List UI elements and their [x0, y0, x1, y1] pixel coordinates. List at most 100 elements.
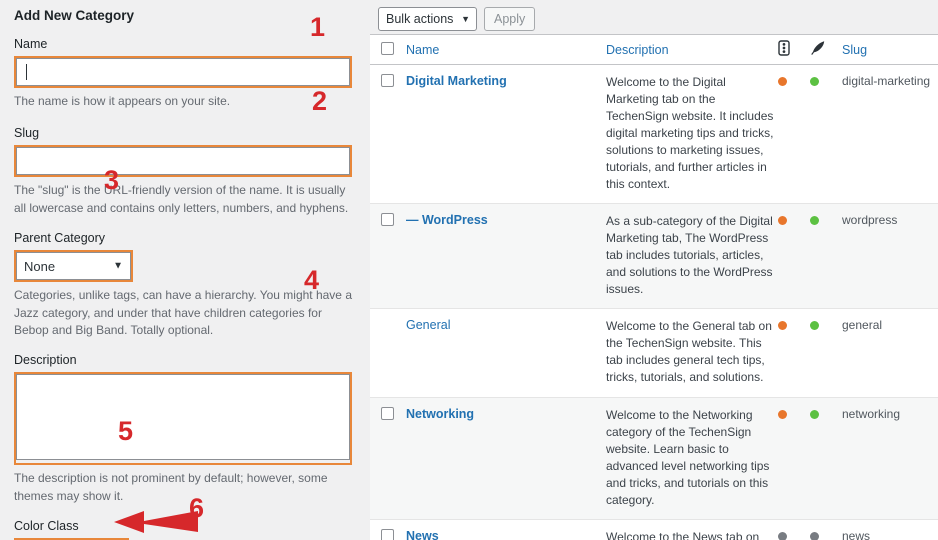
- category-slug-text: networking: [842, 406, 901, 421]
- table-header: Name Description Slug: [370, 34, 938, 65]
- name-input[interactable]: [16, 58, 350, 86]
- categories-table: Name Description Slug Digital Marketing …: [370, 34, 938, 540]
- bulk-actions-select[interactable]: Bulk actions: [378, 7, 477, 31]
- slug-field-group: Slug The "slug" is the URL-friendly vers…: [14, 126, 352, 217]
- parent-category-select[interactable]: None: [16, 252, 131, 281]
- parent-category-select-shell: None ▼: [16, 252, 131, 281]
- category-name-link[interactable]: Networking: [406, 407, 474, 421]
- select-all-checkbox[interactable]: [381, 41, 394, 55]
- category-description-text: Welcome to the Digital Marketing tab on …: [606, 75, 774, 192]
- name-label: Name: [14, 37, 48, 51]
- parent-category-label: Parent Category: [14, 231, 106, 246]
- count-status-dot: [778, 216, 787, 226]
- name-help-text: The name is how it appears on your site.: [14, 94, 231, 108]
- count-status-dot: [778, 77, 787, 86]
- count-status-cell: [778, 308, 810, 398]
- row-select-cell: [370, 308, 406, 398]
- category-slug-cell: general: [842, 308, 938, 398]
- feather-pen-icon: [810, 40, 826, 56]
- pen-status-dot: [810, 216, 819, 226]
- categories-list-panel: Bulk actions ▼ Apply Name Description Sl…: [370, 0, 938, 540]
- count-status-cell: [778, 397, 810, 520]
- bulk-actions-shell: Bulk actions ▼: [378, 7, 477, 31]
- bulk-actions-bar: Bulk actions ▼ Apply: [370, 0, 938, 34]
- row-select-cell: [370, 203, 406, 310]
- pen-status-cell: [810, 519, 842, 540]
- category-description-text: Welcome to the General tab on the Techen…: [606, 319, 772, 385]
- pen-status-cell: [810, 203, 842, 310]
- category-description-text: Welcome to the Networking category of th…: [606, 407, 770, 507]
- pen-status-dot: [810, 409, 819, 419]
- slug-input[interactable]: [16, 147, 350, 176]
- wordpress-categories-screen: Add New Category Name The name is how it…: [0, 0, 938, 540]
- annotation-number-3: 3: [104, 165, 120, 195]
- annotation-number-4: 4: [304, 265, 320, 295]
- category-slug-cell: wordpress: [842, 203, 938, 310]
- count-status-cell: [778, 203, 810, 310]
- pen-status-cell: [810, 64, 842, 205]
- category-slug-text: digital-marketing: [842, 74, 931, 88]
- annotation-number-5: 5: [118, 416, 134, 446]
- category-description-cell: Welcome to the Networking category of th…: [606, 397, 778, 520]
- row-select-cell: [370, 397, 406, 520]
- category-name-cell: Digital Marketing: [406, 64, 606, 205]
- description-field-group: Description The description is not promi…: [14, 353, 352, 505]
- annotation-number-2: 2: [312, 86, 328, 116]
- name-column-header[interactable]: Name: [406, 34, 606, 65]
- page-title: Add New Category: [14, 8, 135, 23]
- category-name-cell: News: [406, 519, 606, 540]
- count-column-header[interactable]: [778, 34, 810, 65]
- description-label: Description: [14, 353, 77, 368]
- table-row: Networking Welcome to the Networking cate…: [370, 397, 938, 520]
- text-caret: [26, 64, 27, 80]
- description-column-header[interactable]: Description: [606, 34, 778, 65]
- parent-category-field-group: Parent Category None ▼ Categories, unlik…: [14, 231, 352, 339]
- table-header-row: Name Description Slug: [370, 34, 938, 65]
- parent-category-highlight-box: None ▼: [14, 250, 133, 283]
- category-name-cell: — WordPress: [406, 203, 606, 310]
- count-status-cell: [778, 519, 810, 540]
- table-body: Digital Marketing Welcome to the Digital …: [370, 64, 938, 540]
- category-slug-text: wordpress: [842, 213, 898, 228]
- category-description-text: As a sub-category of the Digital Marketi…: [606, 214, 773, 297]
- category-name-link[interactable]: Digital Marketing: [406, 74, 507, 88]
- description-textarea[interactable]: [16, 374, 350, 461]
- row-checkbox[interactable]: [381, 213, 394, 227]
- description-highlight-box: [14, 372, 352, 466]
- pen-status-dot: [810, 321, 819, 331]
- slug-highlight-box: [14, 145, 352, 178]
- apply-button[interactable]: Apply: [484, 7, 536, 31]
- count-status-cell: [778, 64, 810, 205]
- select-all-header: [370, 34, 406, 65]
- pen-status-cell: [810, 308, 842, 398]
- category-slug-cell: digital-marketing: [842, 64, 938, 205]
- category-slug-cell: networking: [842, 397, 938, 520]
- table-row: News Welcome to the News tab on the Teche…: [370, 519, 938, 540]
- category-description-cell: As a sub-category of the Digital Marketi…: [606, 203, 778, 310]
- name-field-group: Name The name is how it appears on your …: [14, 37, 352, 110]
- category-name-link[interactable]: News: [406, 529, 439, 540]
- slug-help-text: The "slug" is the URL-friendly version o…: [14, 183, 349, 215]
- slug-column-header[interactable]: Slug: [842, 34, 938, 65]
- category-name-link[interactable]: General: [406, 318, 450, 332]
- row-select-cell: [370, 64, 406, 205]
- table-row: Digital Marketing Welcome to the Digital …: [370, 64, 938, 205]
- category-description-cell: Welcome to the General tab on the Techen…: [606, 308, 778, 398]
- table-row: General Welcome to the General tab on the…: [370, 308, 938, 398]
- pen-status-cell: [810, 397, 842, 520]
- annotation-arrow-icon: [114, 511, 198, 533]
- category-slug-text: news: [842, 528, 871, 540]
- name-highlight-box: [14, 56, 352, 88]
- row-checkbox[interactable]: [381, 74, 394, 87]
- description-help-text: The description is not prominent by defa…: [14, 471, 328, 503]
- post-count-icon: [778, 40, 790, 56]
- category-name-link[interactable]: — WordPress: [406, 213, 488, 227]
- row-checkbox[interactable]: [381, 406, 394, 420]
- category-slug-cell: news: [842, 519, 938, 540]
- pen-column-header[interactable]: [810, 34, 842, 65]
- row-checkbox[interactable]: [381, 528, 394, 540]
- pen-status-dot: [810, 531, 819, 540]
- category-description-cell: Welcome to the News tab on the TechenSig…: [606, 519, 778, 540]
- category-slug-text: general: [842, 318, 883, 333]
- annotation-number-1: 1: [310, 12, 326, 42]
